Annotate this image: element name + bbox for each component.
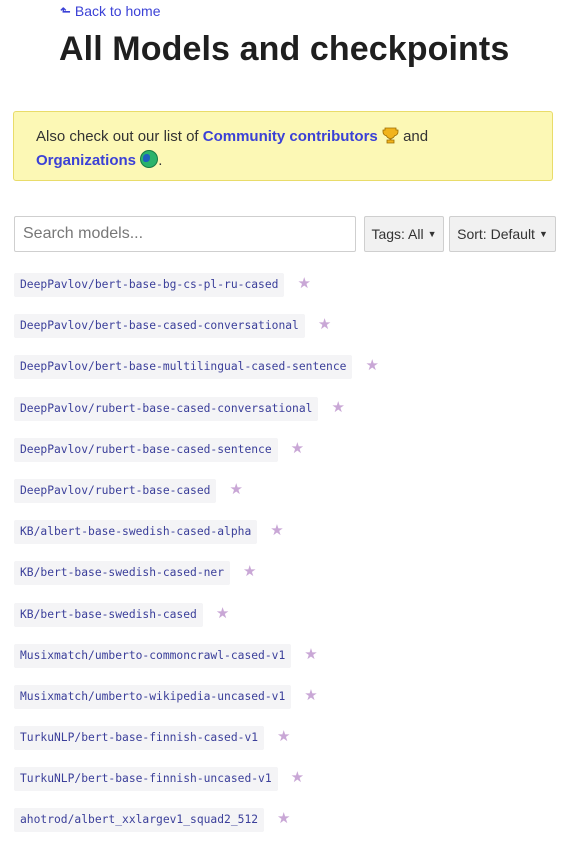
list-item: DeepPavlov/rubert-base-cased-sentence ★ [14,437,379,479]
model-link[interactable]: TurkuNLP/bert-base-finnish-cased-v1 [14,726,265,751]
sort-button[interactable]: Sort: Default ▼ [449,216,556,252]
organizations-link[interactable]: Organizations [36,152,136,169]
model-link[interactable]: Musixmatch/umberto-wikipedia-uncased-v1 [14,684,292,709]
model-link[interactable]: DeepPavlov/rubert-base-cased-sentence [14,437,278,462]
trophy-icon [382,127,399,144]
model-link[interactable]: TurkuNLP/bert-base-finnish-uncased-v1 [14,767,278,792]
tags-filter-button[interactable]: Tags: All ▼ [364,216,444,252]
star-icon: ★ [215,604,230,622]
model-link[interactable]: DeepPavlov/bert-base-cased-conversationa… [14,314,305,339]
list-item: TurkuNLP/bert-base-finnish-cased-v1 ★ [14,726,379,767]
list-item: DeepPavlov/bert-base-multilingual-cased-… [14,355,379,396]
model-link[interactable]: DeepPavlov/rubert-base-cased-conversatio… [14,396,319,421]
sort-label: Sort: Default [457,226,535,242]
model-link[interactable]: KB/albert-base-swedish-cased-alpha [14,520,258,545]
model-link[interactable]: DeepPavlov/bert-base-bg-cs-pl-ru-cased [14,273,285,297]
model-link[interactable]: DeepPavlov/bert-base-multilingual-cased-… [14,355,353,380]
community-contributors-link[interactable]: Community contributors [203,128,378,145]
list-item: DeepPavlov/bert-base-bg-cs-pl-ru-cased ★ [14,273,379,314]
list-item: DeepPavlov/bert-base-cased-conversationa… [14,314,379,355]
page-title: All Models and checkpoints [59,30,510,68]
star-icon: ★ [365,357,379,375]
chevron-down-icon: ▼ [427,229,437,239]
notice-prefix: Also check out our list of [36,128,199,145]
star-icon: ★ [243,563,257,581]
star-icon: ★ [290,439,305,457]
back-link-label: Back to home [74,3,161,19]
model-link[interactable]: DeepPavlov/rubert-base-cased [14,478,217,503]
list-item: Musixmatch/umberto-commoncrawl-cased-v1 ★ [14,643,379,685]
model-link[interactable]: Musixmatch/umberto-commoncrawl-cased-v1 [14,643,292,668]
list-item: KB/albert-base-swedish-cased-alpha ★ [14,520,379,561]
list-item: DeepPavlov/rubert-base-cased-conversatio… [14,396,379,438]
star-icon: ★ [290,769,305,787]
back-arrow-icon: ⬑ [60,3,71,19]
star-icon: ★ [297,275,311,292]
model-link[interactable]: KB/bert-base-swedish-cased-ner [14,561,231,586]
star-icon: ★ [304,686,318,704]
star-icon: ★ [229,480,243,498]
notice-suffix: . [158,152,163,169]
list-item: TurkuNLP/bert-base-finnish-uncased-v1 ★ [14,767,379,808]
star-icon: ★ [304,645,318,663]
globe-icon [140,150,159,168]
list-item: KB/bert-base-swedish-cased-ner ★ [14,561,379,602]
tags-filter-label: Tags: All [371,226,424,242]
star-icon: ★ [317,316,332,334]
list-item: Musixmatch/umberto-wikipedia-uncased-v1 ★ [14,684,379,726]
list-item: ahotrod/albert_xxlargev1_squad2_512 ★ [14,808,379,849]
search-input[interactable] [14,216,356,252]
chevron-down-icon: ▼ [538,229,548,239]
model-link[interactable]: KB/bert-base-swedish-cased [14,602,203,627]
notice-middle: and [403,128,429,145]
star-icon: ★ [270,522,284,540]
notice-box: Also check out our list of Community con… [13,111,553,181]
model-controls: Tags: All ▼ Sort: Default ▼ [14,216,556,252]
star-icon: ★ [277,728,291,746]
list-item: DeepPavlov/rubert-base-cased ★ [14,478,379,520]
list-item: KB/bert-base-swedish-cased ★ [14,602,379,644]
back-to-home-link[interactable]: ⬑ Back to home [60,3,161,19]
model-list: DeepPavlov/bert-base-bg-cs-pl-ru-cased ★ D… [14,273,379,850]
star-icon: ★ [277,810,291,828]
star-icon: ★ [331,398,345,416]
